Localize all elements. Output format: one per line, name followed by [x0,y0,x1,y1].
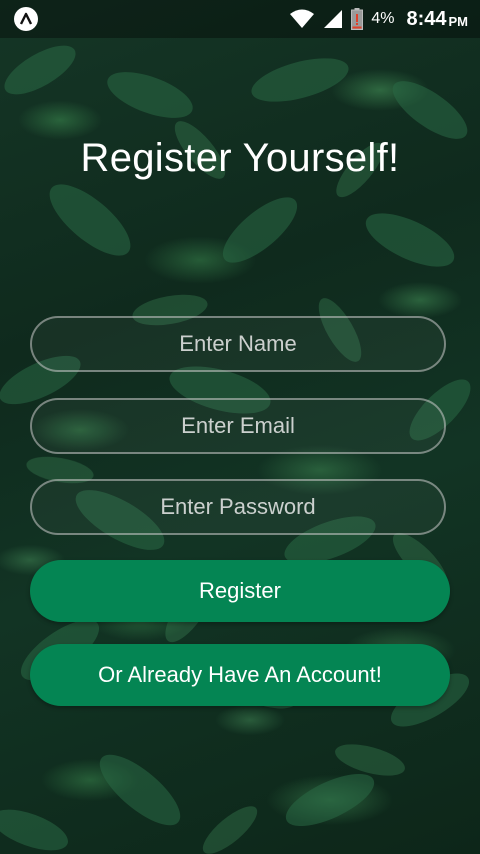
battery-icon [351,8,364,30]
email-input[interactable] [32,399,444,453]
page-title: Register Yourself! [80,136,400,180]
status-icons: 4% 8:44 PM [281,6,468,32]
email-field [30,398,446,454]
status-bar: 4% 8:44 PM [0,0,480,38]
app-logo-icon [14,7,38,31]
password-field [30,479,446,535]
clock-ampm: PM [448,13,469,29]
name-field [30,316,446,372]
register-screen: 4% 8:44 PM Register Yourself! Register O… [0,0,480,854]
login-link-button[interactable]: Or Already Have An Account! [30,644,450,706]
wifi-icon [290,9,315,28]
password-input[interactable] [32,480,444,534]
battery-percent: 4% [371,10,395,27]
clock-time: 8:44 [406,7,447,30]
name-input[interactable] [32,317,444,371]
cell-signal-icon [324,10,343,28]
register-button[interactable]: Register [30,560,450,622]
